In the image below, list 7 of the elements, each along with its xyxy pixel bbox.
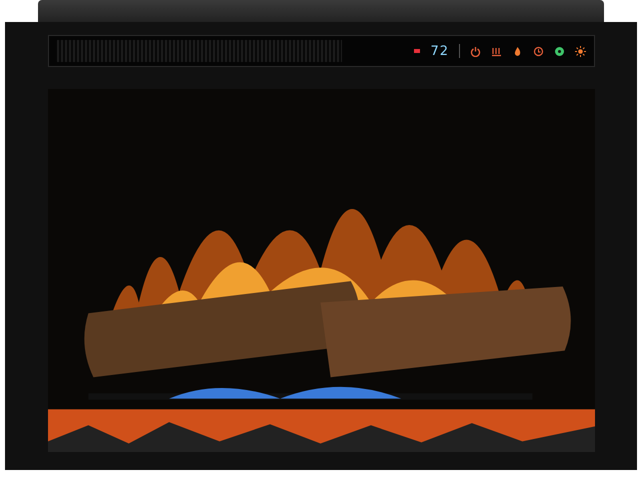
flame-icon[interactable] bbox=[512, 46, 523, 56]
power-icon[interactable] bbox=[470, 46, 481, 56]
heat-icon[interactable] bbox=[491, 46, 502, 56]
color-icon[interactable] bbox=[554, 46, 565, 56]
brightness-icon[interactable] bbox=[575, 46, 586, 56]
timer-icon[interactable] bbox=[533, 46, 544, 56]
temperature-display: 72 bbox=[430, 44, 449, 58]
